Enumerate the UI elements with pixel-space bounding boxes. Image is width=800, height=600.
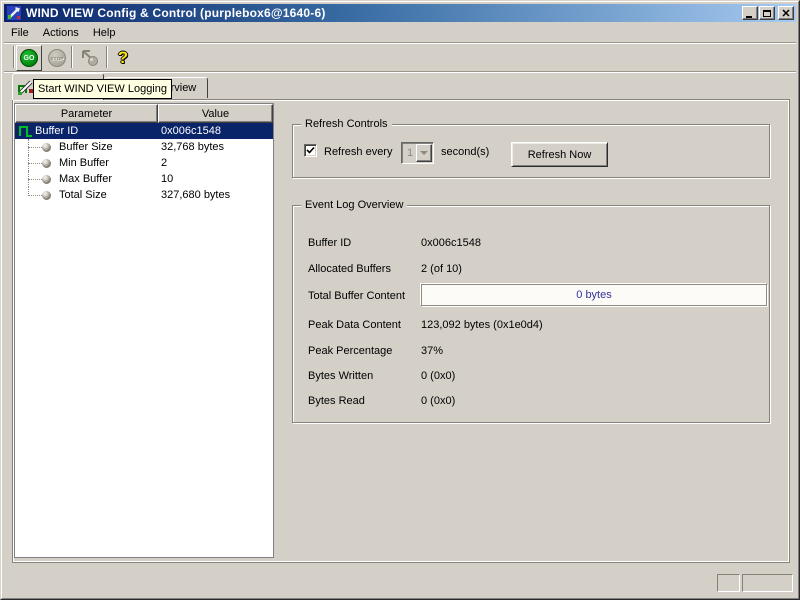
- field-label-buffer-id: Buffer ID: [308, 237, 351, 249]
- field-value-bytes-read: 0 (0x0): [421, 395, 455, 407]
- start-logging-button[interactable]: GO: [16, 45, 42, 71]
- close-icon: [782, 9, 790, 17]
- menu-file[interactable]: File: [4, 25, 36, 41]
- window-title: WIND VIEW Config & Control (purplebox6@1…: [26, 6, 326, 20]
- status-panel-wide: [742, 574, 793, 592]
- chevron-down-icon: [420, 151, 428, 159]
- tree-value: 327,680 bytes: [161, 189, 230, 201]
- tree-row-total-size[interactable]: Total Size 327,680 bytes: [15, 187, 273, 203]
- field-label-peak-percentage: Peak Percentage: [308, 345, 392, 357]
- field-value-peak-percentage: 37%: [421, 345, 443, 357]
- total-buffer-content-bar: 0 bytes: [421, 284, 767, 306]
- tree-line: [28, 163, 42, 164]
- buffer-parameter-tree: Parameter Value Buffer ID 0x006c1548 Buf…: [14, 103, 274, 558]
- field-value-peak-data-content: 123,092 bytes (0x1e0d4): [421, 319, 543, 331]
- total-buffer-content-value: 0 bytes: [576, 289, 611, 301]
- field-label-bytes-read: Bytes Read: [308, 395, 365, 407]
- help-icon: ?: [118, 48, 128, 68]
- title-bar[interactable]: WIND VIEW Config & Control (purplebox6@1…: [4, 4, 796, 22]
- refresh-controls-group: Refresh Controls Refresh every 1 second(…: [292, 124, 770, 178]
- menu-actions[interactable]: Actions: [36, 25, 86, 41]
- event-buffer-icon: [18, 125, 33, 137]
- toolbar-separator: [13, 46, 15, 68]
- refresh-every-checkbox[interactable]: [304, 144, 317, 157]
- refresh-every-label: Refresh every: [324, 146, 392, 158]
- minimize-button[interactable]: [742, 6, 758, 20]
- status-panel-small: [717, 574, 740, 592]
- trigger-button[interactable]: [77, 45, 103, 71]
- toolbar-separator: [71, 46, 73, 68]
- refresh-interval-select[interactable]: 1: [401, 142, 434, 164]
- windview-tab-icon: [17, 79, 34, 96]
- parameter-bullet-icon: [42, 175, 51, 184]
- tree-value: 32,768 bytes: [161, 141, 224, 153]
- combo-dropdown-button[interactable]: [416, 144, 432, 162]
- stop-logging-button[interactable]: STOP: [44, 45, 70, 71]
- event-log-overview-group: Event Log Overview Buffer ID 0x006c1548 …: [292, 205, 770, 423]
- parameter-bullet-icon: [42, 191, 51, 200]
- field-value-bytes-written: 0 (0x0): [421, 370, 455, 382]
- tree-param: Total Size: [59, 189, 107, 201]
- menu-toolbar-divider: [4, 42, 796, 44]
- tree-row-max-buffer[interactable]: Max Buffer 10: [15, 171, 273, 187]
- toolbar-separator: [106, 46, 108, 68]
- parameter-bullet-icon: [42, 143, 51, 152]
- field-label-total-buffer-content: Total Buffer Content: [308, 290, 405, 302]
- minimize-icon: [746, 16, 752, 18]
- field-value-allocated-buffers: 2 (of 10): [421, 263, 462, 275]
- tree-param: Buffer ID: [35, 125, 78, 137]
- tree-value: 0x006c1548: [161, 125, 221, 137]
- field-label-peak-data-content: Peak Data Content: [308, 319, 401, 331]
- tree-value: 10: [161, 173, 173, 185]
- tree-row-buffer-id[interactable]: Buffer ID 0x006c1548: [15, 123, 273, 139]
- stop-icon: STOP: [48, 49, 66, 67]
- trigger-icon: [79, 48, 101, 68]
- tree-row-min-buffer[interactable]: Min Buffer 2: [15, 155, 273, 171]
- menu-help[interactable]: Help: [86, 25, 123, 41]
- seconds-unit-label: second(s): [441, 146, 489, 158]
- tree-param: Max Buffer: [59, 173, 112, 185]
- refresh-now-button[interactable]: Refresh Now: [511, 142, 608, 167]
- tree-param: Min Buffer: [59, 157, 109, 169]
- tree-line: [28, 179, 42, 180]
- refresh-now-label: Refresh Now: [528, 149, 592, 161]
- parameter-bullet-icon: [42, 159, 51, 168]
- column-header-parameter[interactable]: Parameter: [15, 104, 158, 123]
- maximize-icon: [763, 10, 771, 17]
- maximize-button[interactable]: [759, 6, 775, 20]
- menu-bar: File Actions Help: [4, 23, 796, 42]
- field-value-buffer-id: 0x006c1548: [421, 237, 481, 249]
- start-logging-tooltip: Start WIND VIEW Logging: [33, 79, 172, 99]
- toolbar-tab-divider: [4, 71, 796, 73]
- tree-line: [28, 147, 42, 148]
- windview-app-icon: [6, 5, 22, 21]
- refresh-controls-title: Refresh Controls: [301, 118, 392, 130]
- field-label-allocated-buffers: Allocated Buffers: [308, 263, 391, 275]
- windview-config-control-window: { "window": { "title": "WIND VIEW Config…: [0, 0, 800, 600]
- close-button[interactable]: [778, 6, 794, 20]
- tree-line: [28, 195, 42, 196]
- help-button[interactable]: ?: [111, 45, 135, 71]
- tree-param: Buffer Size: [59, 141, 113, 153]
- checkmark-icon: [306, 146, 315, 155]
- column-header-value[interactable]: Value: [158, 104, 273, 123]
- tree-row-buffer-size[interactable]: Buffer Size 32,768 bytes: [15, 139, 273, 155]
- refresh-interval-value: 1: [407, 147, 413, 159]
- tree-value: 2: [161, 157, 167, 169]
- event-log-overview-title: Event Log Overview: [301, 199, 407, 211]
- go-icon: GO: [20, 49, 38, 67]
- field-label-bytes-written: Bytes Written: [308, 370, 373, 382]
